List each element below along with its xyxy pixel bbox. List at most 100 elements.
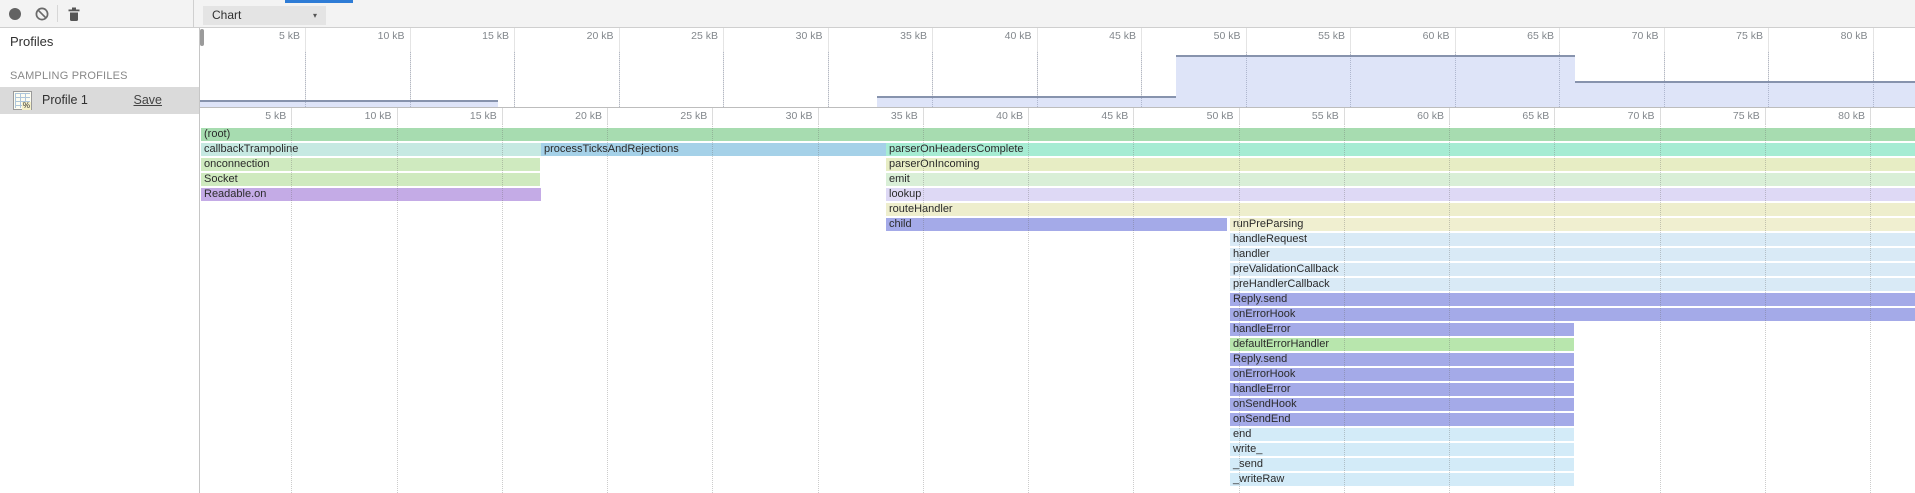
flame-frame-reply-send[interactable]: Reply.send xyxy=(1230,293,1915,306)
flame-gridline xyxy=(291,124,292,493)
flame-gridline xyxy=(818,124,819,493)
flame-frame-emit[interactable]: emit xyxy=(886,173,1915,186)
overview-ruler-tick-label: 40 kB xyxy=(962,30,1032,42)
flame-frame-handler[interactable]: handler xyxy=(1230,248,1915,261)
overview-ruler-tick-label: 70 kB xyxy=(1589,30,1659,42)
record-profile-button[interactable] xyxy=(7,6,23,22)
overview-ruler-tick-label: 15 kB xyxy=(439,30,509,42)
overview-area-band xyxy=(877,96,1176,107)
overview-gridline-dotted xyxy=(1350,52,1351,107)
flame-frame-runpreparsing[interactable]: runPreParsing xyxy=(1230,218,1915,231)
flame-ruler-gridline xyxy=(607,108,608,124)
flame-ruler-tick-label: 10 kB xyxy=(322,110,392,122)
flame-frame-writeraw[interactable]: _writeRaw xyxy=(1230,473,1574,486)
overview-ruler-tick-label: 35 kB xyxy=(857,30,927,42)
flame-frame-readable-on[interactable]: Readable.on xyxy=(201,188,541,201)
flame-frame-onerrorhook[interactable]: onErrorHook xyxy=(1230,308,1915,321)
flame-frame-onsendhook[interactable]: onSendHook xyxy=(1230,398,1574,411)
flame-frame-write[interactable]: write_ xyxy=(1230,443,1574,456)
overview-ruler-tick-label: 80 kB xyxy=(1798,30,1868,42)
flame-ruler-tick-label: 5 kB xyxy=(216,110,286,122)
vertical-scrollbar-thumb[interactable] xyxy=(200,29,204,46)
flame-gridline xyxy=(1765,124,1766,493)
flame-frame-routehandler[interactable]: routeHandler xyxy=(886,203,1915,216)
flame-gridline xyxy=(1554,124,1555,493)
flame-ruler-gridline xyxy=(712,108,713,124)
flame-gridline xyxy=(1870,124,1871,493)
flame-ruler-tick-label: 80 kB xyxy=(1795,110,1865,122)
flame-gridline xyxy=(502,124,503,493)
overview-area-band xyxy=(1575,81,1915,107)
block-circle-icon xyxy=(34,6,50,22)
flame-ruler-gridline xyxy=(923,108,924,124)
overview-gridline-dotted xyxy=(410,52,411,107)
overview-gridline-dotted xyxy=(305,52,306,107)
flame-frame-handleerror[interactable]: handleError xyxy=(1230,383,1574,396)
sidebar-item-profile-1[interactable]: % Profile 1 Save xyxy=(0,87,199,114)
save-profile-link[interactable]: Save xyxy=(134,93,163,107)
profile-name: Profile 1 xyxy=(42,93,88,107)
flame-ruler-tick-label: 40 kB xyxy=(953,110,1023,122)
view-mode-select[interactable]: Chart ▾ xyxy=(203,6,326,25)
flame-frame-handlerequest[interactable]: handleRequest xyxy=(1230,233,1915,246)
overview-area-band xyxy=(200,100,498,107)
allocation-flame-chart: (root) callbackTrampolineprocessTicksAndR… xyxy=(200,124,1915,493)
flame-ruler-tick-label: 30 kB xyxy=(743,110,813,122)
clear-all-button[interactable] xyxy=(34,6,50,22)
flame-frame-onerrorhook[interactable]: onErrorHook xyxy=(1230,368,1574,381)
overview-gridline-dotted xyxy=(1141,52,1142,107)
profiles-sidebar: Profiles SAMPLING PROFILES % Profile 1 S… xyxy=(0,28,200,493)
overview-gridline-dotted xyxy=(619,52,620,107)
flame-gridline xyxy=(1028,124,1029,493)
overview-ruler-tick-label: 55 kB xyxy=(1275,30,1345,42)
toolbar-divider xyxy=(193,0,194,27)
flame-frame-child[interactable]: child xyxy=(886,218,1227,231)
flame-ruler-gridline xyxy=(1449,108,1450,124)
flame-frame-callbacktrampoline[interactable]: callbackTrampoline xyxy=(201,143,541,156)
flame-frame-send[interactable]: _send xyxy=(1230,458,1574,471)
flame-ruler-gridline xyxy=(1554,108,1555,124)
flame-gridline xyxy=(1660,124,1661,493)
flame-frame-parseronheaderscomplete[interactable]: parserOnHeadersComplete xyxy=(886,143,1915,156)
flame-frame-processticksandrejections[interactable]: processTicksAndRejections xyxy=(541,143,886,156)
flame-gridline xyxy=(1239,124,1240,493)
flame-frame-root[interactable]: (root) xyxy=(201,128,1915,141)
flame-frame-onsendend[interactable]: onSendEnd xyxy=(1230,413,1574,426)
flame-frame-prehandlercallback[interactable]: preHandlerCallback xyxy=(1230,278,1915,291)
overview-gridline-dotted xyxy=(1559,52,1560,107)
flame-ruler-tick-label: 55 kB xyxy=(1269,110,1339,122)
sidebar-title: Profiles xyxy=(10,34,53,49)
flame-frame-defaulterrorhandler[interactable]: defaultErrorHandler xyxy=(1230,338,1574,351)
flame-ruler-tick-label: 65 kB xyxy=(1479,110,1549,122)
flame-ruler-gridline xyxy=(1765,108,1766,124)
active-tab-indicator xyxy=(285,0,353,3)
toolbar: Chart ▾ xyxy=(0,0,1915,28)
flame-frame-parseronincoming[interactable]: parserOnIncoming xyxy=(886,158,1915,171)
flame-ruler-tick-label: 15 kB xyxy=(427,110,497,122)
chart-pane: 5 kB10 kB15 kB20 kB25 kB30 kB35 kB40 kB4… xyxy=(200,28,1915,493)
toolbar-separator xyxy=(57,5,58,22)
flame-frame-lookup[interactable]: lookup xyxy=(886,188,1915,201)
flame-ruler-gridline xyxy=(1660,108,1661,124)
flame-ruler-gridline xyxy=(1028,108,1029,124)
flame-gridline xyxy=(712,124,713,493)
flame-gridline xyxy=(1344,124,1345,493)
flame-frame-prevalidationcallback[interactable]: preValidationCallback xyxy=(1230,263,1915,276)
flame-frame-socket[interactable]: Socket xyxy=(201,173,540,186)
flame-frame-end[interactable]: end xyxy=(1230,428,1574,441)
overview-ruler-tick-label: 75 kB xyxy=(1693,30,1763,42)
overview-ruler-tick-label: 5 kB xyxy=(230,30,300,42)
flame-gridline xyxy=(1449,124,1450,493)
flame-ruler-tick-label: 25 kB xyxy=(637,110,707,122)
allocation-overview-chart[interactable]: 5 kB10 kB15 kB20 kB25 kB30 kB35 kB40 kB4… xyxy=(200,28,1915,108)
flame-frame-onconnection[interactable]: onconnection xyxy=(201,158,540,171)
heap-profile-icon: % xyxy=(13,91,32,110)
flame-frame-handleerror[interactable]: handleError xyxy=(1230,323,1574,336)
overview-gridline-dotted xyxy=(828,52,829,107)
flame-ruler-gridline xyxy=(1133,108,1134,124)
flame-ruler-gridline xyxy=(1239,108,1240,124)
flame-frame-reply-send[interactable]: Reply.send xyxy=(1230,353,1574,366)
flame-ruler-gridline xyxy=(1344,108,1345,124)
delete-profile-button[interactable] xyxy=(66,6,82,22)
overview-gridline-dotted xyxy=(1768,52,1769,107)
